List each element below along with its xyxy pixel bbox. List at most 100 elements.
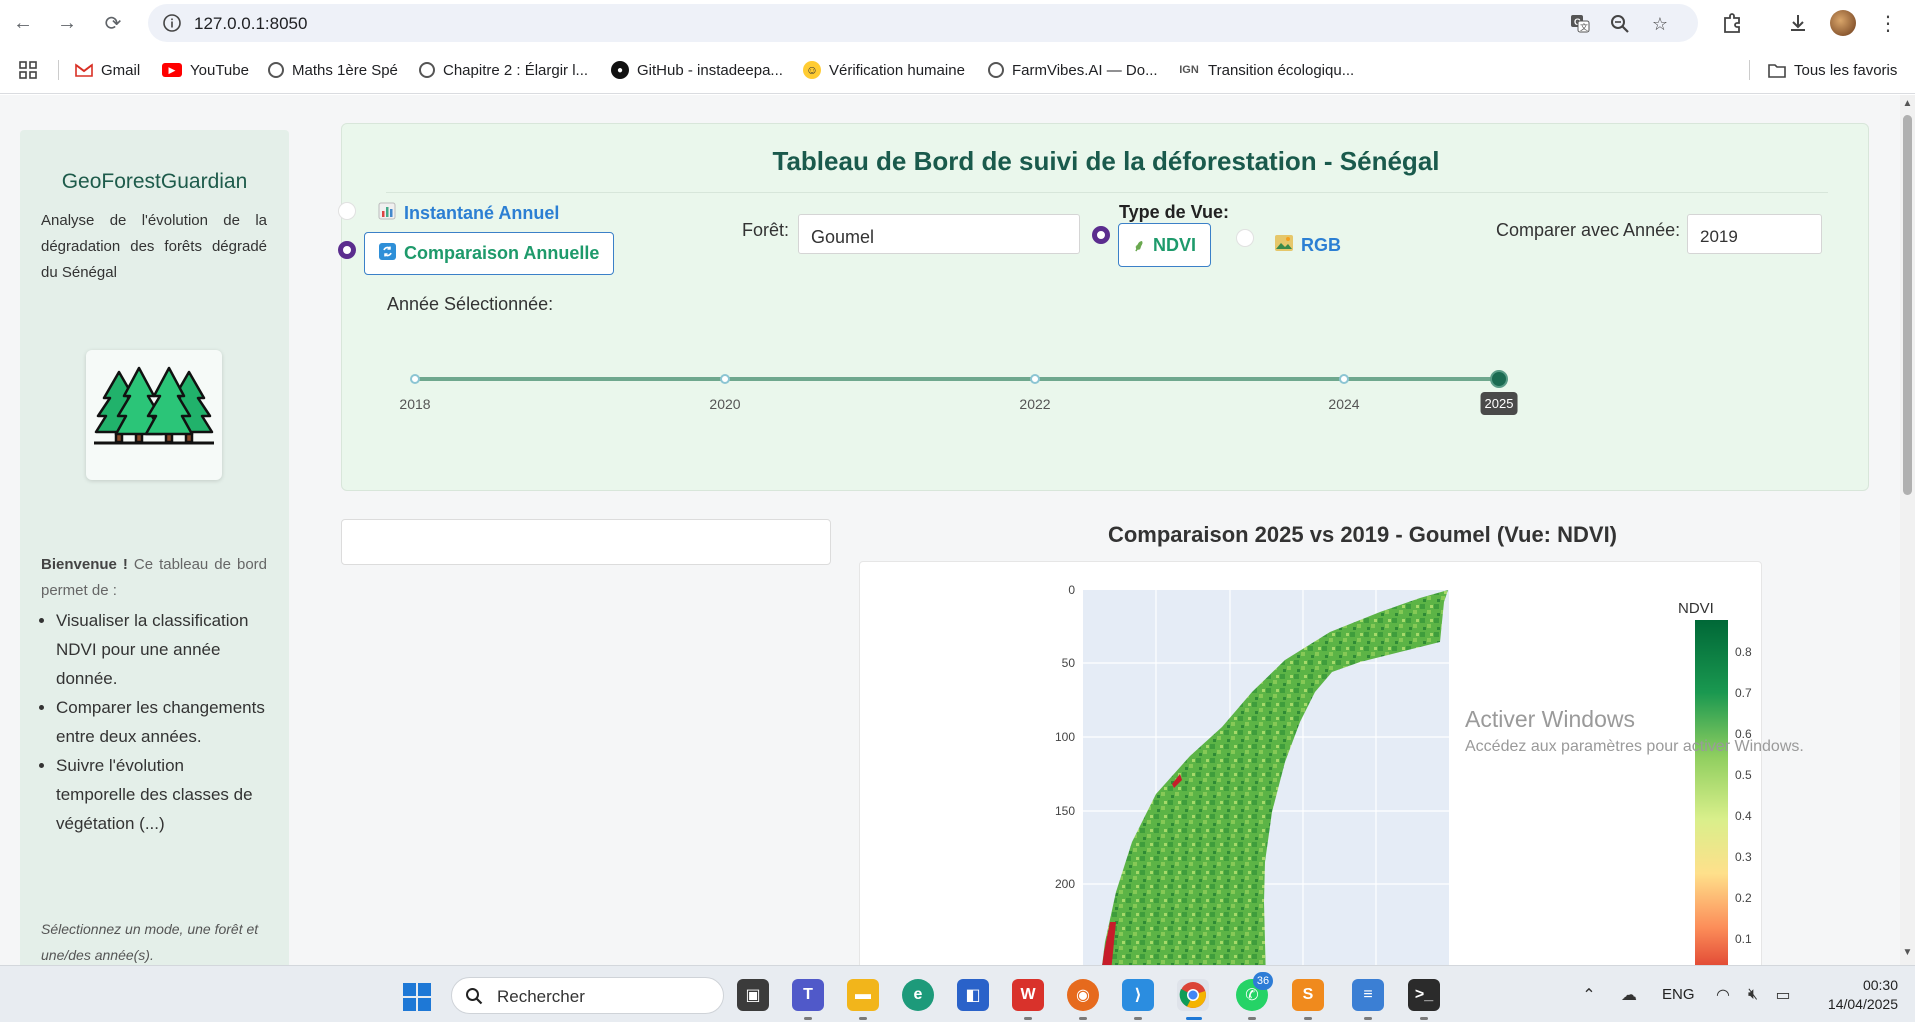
running-indicator — [1134, 1017, 1142, 1020]
bookmark-divider — [1749, 60, 1750, 80]
browser-menu-icon[interactable]: ⋮ — [1874, 9, 1902, 37]
running-indicator — [1364, 1017, 1372, 1020]
bookmark-transition[interactable]: IGN Transition écologiqu... — [1178, 58, 1354, 82]
control-panel: Tableau de Bord de suivi de la déforesta… — [338, 123, 1869, 491]
scroll-up-arrow-icon[interactable]: ▲ — [1902, 98, 1913, 109]
mode-option-comparison[interactable]: Comparaison Annuelle — [364, 232, 615, 275]
bookmark-github[interactable]: ● GitHub - instadeepa... — [611, 58, 783, 82]
dashboard-page: GeoForestGuardian Analyse de l'évolution… — [0, 95, 1900, 965]
view-radio-ndvi[interactable] — [1092, 226, 1110, 244]
running-indicator — [859, 1017, 867, 1020]
colorbar-tick-label: 0.4 — [1735, 809, 1752, 823]
volume-muted-icon[interactable]: 🔇︎ — [1741, 984, 1765, 1006]
app-description: Analyse de l'évolution de la dégradation… — [41, 212, 267, 281]
zoom-icon[interactable] — [1608, 12, 1632, 36]
browser-toolbar: ← → ⟳ 127.0.0.1:8050 G文 ☆ ⋮ — [0, 0, 1915, 46]
translate-icon[interactable]: G文 — [1568, 12, 1592, 36]
forest-select[interactable]: Goumel — [798, 214, 1080, 254]
teams-icon[interactable]: T — [792, 979, 824, 1011]
bookmark-divider — [58, 60, 59, 80]
page-scrollbar[interactable]: ▲ ▼ — [1900, 95, 1915, 965]
sublime-text-icon[interactable]: S — [1292, 979, 1324, 1011]
bookmark-star-icon[interactable]: ☆ — [1648, 12, 1672, 36]
y-tick-label: 0 — [1068, 583, 1075, 597]
colorbar-tick-label: 0.7 — [1735, 686, 1752, 700]
colorbar-ticks: 0.8 0.7 0.6 0.5 0.4 0.3 0.2 0.1 — [1735, 645, 1752, 946]
bookmark-youtube[interactable]: ▶ YouTube — [162, 58, 249, 82]
address-bar[interactable]: 127.0.0.1:8050 G文 ☆ — [148, 4, 1698, 42]
battery-icon[interactable]: ▭ — [1771, 984, 1795, 1006]
apps-grid-icon[interactable] — [18, 58, 38, 82]
notepad-icon[interactable]: ≡ — [1352, 979, 1384, 1011]
forward-arrow-icon[interactable]: → — [52, 8, 82, 38]
bookmark-gmail[interactable]: Gmail — [75, 58, 140, 82]
slider-tick-2024[interactable] — [1339, 374, 1349, 384]
vscode-icon[interactable]: ⟩ — [1122, 979, 1154, 1011]
notification-badge: 36 — [1253, 972, 1273, 990]
y-tick-label: 100 — [1055, 730, 1075, 744]
extensions-icon[interactable] — [1718, 9, 1746, 37]
app-title: GeoForestGuardian — [61, 170, 248, 193]
ign-icon: IGN — [1179, 64, 1199, 76]
leaf-icon: ⸙ — [1133, 238, 1146, 255]
wps-office-icon[interactable]: W — [1012, 979, 1044, 1011]
svg-text:文: 文 — [1580, 22, 1588, 32]
scroll-down-arrow-icon[interactable]: ▼ — [1902, 947, 1913, 958]
title-divider — [386, 192, 1828, 193]
back-arrow-icon[interactable]: ← — [8, 8, 38, 38]
mode-option-snapshot[interactable]: Instantané Annuel — [378, 200, 559, 226]
mode-radio-comparison[interactable] — [338, 241, 356, 259]
year-slider-track[interactable] — [415, 377, 1498, 381]
ndvi-heatmap-svg[interactable]: 0 50 100 150 200 250 NDVI 0.8 0.7 0.6 0.… — [860, 562, 1762, 965]
compare-year-input[interactable]: 2019 — [1687, 214, 1822, 254]
clock-date: 14/04/2025 — [1827, 996, 1898, 1012]
bookmarks-bar: Gmail ▶ YouTube Maths 1ère Spé Chapitre … — [0, 46, 1915, 94]
forest-logo — [86, 350, 222, 480]
mode-radio-snapshot[interactable] — [338, 202, 356, 220]
scrollbar-thumb[interactable] — [1903, 115, 1912, 495]
colorbar-tick-label: 0.2 — [1735, 891, 1752, 905]
windows-start-icon[interactable] — [402, 982, 432, 1012]
hugging-face-icon: ☺ — [803, 61, 821, 79]
year-slider-handle[interactable] — [1490, 370, 1508, 388]
active-indicator — [1186, 1017, 1202, 1020]
site-info-icon[interactable] — [162, 13, 182, 33]
bookmark-farmvibes[interactable]: FarmVibes.AI — Do... — [988, 58, 1158, 82]
colorbar-tick-label: 0.3 — [1735, 850, 1752, 864]
terminal-icon[interactable]: >_ — [1408, 979, 1440, 1011]
wifi-icon[interactable]: ◠ — [1711, 984, 1735, 1006]
y-axis: 0 50 100 150 200 250 — [1055, 583, 1075, 891]
ndvi-chart[interactable]: 0 50 100 150 200 250 NDVI 0.8 0.7 0.6 0.… — [859, 561, 1762, 965]
url-text[interactable]: 127.0.0.1:8050 — [194, 14, 307, 34]
download-icon[interactable] — [1784, 9, 1812, 37]
slider-tick-label: 2018 — [399, 396, 431, 412]
search-icon — [466, 988, 483, 1005]
profile-avatar[interactable] — [1830, 10, 1856, 36]
slider-tick-2020[interactable] — [720, 374, 730, 384]
chrome-icon[interactable] — [1177, 979, 1209, 1011]
slider-tick-2022[interactable] — [1030, 374, 1040, 384]
instruction-hint: Sélectionnez un mode, une forêt et une/d… — [41, 921, 259, 963]
taskbar-search[interactable]: Rechercher — [451, 977, 724, 1014]
file-explorer-icon[interactable]: ▬ — [847, 979, 879, 1011]
clock[interactable]: 00:30 14/04/2025 — [1813, 976, 1898, 1014]
edge-icon[interactable]: e — [902, 979, 934, 1011]
view-option-rgb[interactable]: RGB — [1275, 232, 1341, 258]
view-option-ndvi[interactable]: ⸙ NDVI — [1118, 223, 1212, 267]
all-favorites-folder[interactable]: Tous les favoris — [1768, 58, 1897, 82]
firefox-icon[interactable]: ◉ — [1067, 979, 1099, 1011]
bookmark-maths[interactable]: Maths 1ère Spé — [268, 58, 398, 82]
store-icon[interactable]: ◧ — [957, 979, 989, 1011]
reload-icon[interactable]: ⟳ — [98, 8, 128, 38]
colorbar-tick-label: 0.8 — [1735, 645, 1752, 659]
bookmark-chapitre[interactable]: Chapitre 2 : Élargir l... — [419, 58, 588, 82]
running-indicator — [804, 1017, 812, 1020]
language-indicator[interactable]: ENG — [1662, 986, 1695, 1003]
onedrive-icon[interactable]: ☁ — [1617, 984, 1641, 1006]
slider-tick-2018[interactable] — [410, 374, 420, 384]
chevron-up-icon[interactable]: ⌃ — [1577, 984, 1601, 1006]
bookmark-verification[interactable]: ☺ Vérification humaine — [803, 58, 965, 82]
view-radio-rgb[interactable] — [1236, 229, 1254, 247]
slider-tick-label: 2024 — [1328, 396, 1360, 412]
task-view-icon[interactable]: ▣ — [737, 979, 769, 1011]
